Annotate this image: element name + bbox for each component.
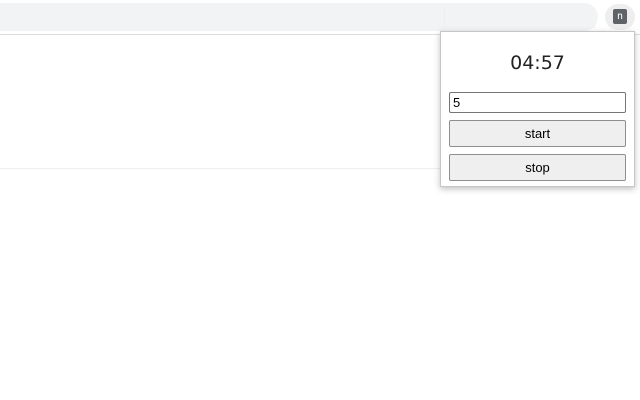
stop-button[interactable]: stop (449, 154, 626, 181)
browser-toolbar: n (0, 0, 640, 35)
start-button[interactable]: start (449, 120, 626, 147)
page-divider (0, 168, 440, 169)
n-icon: n (613, 9, 627, 24)
minutes-input[interactable] (449, 92, 626, 113)
extension-button[interactable]: n (605, 4, 635, 30)
address-bar-end (444, 8, 595, 28)
extension-popup: 04:57 start stop (440, 31, 635, 187)
timer-display: 04:57 (510, 52, 565, 74)
address-bar[interactable] (0, 3, 598, 31)
